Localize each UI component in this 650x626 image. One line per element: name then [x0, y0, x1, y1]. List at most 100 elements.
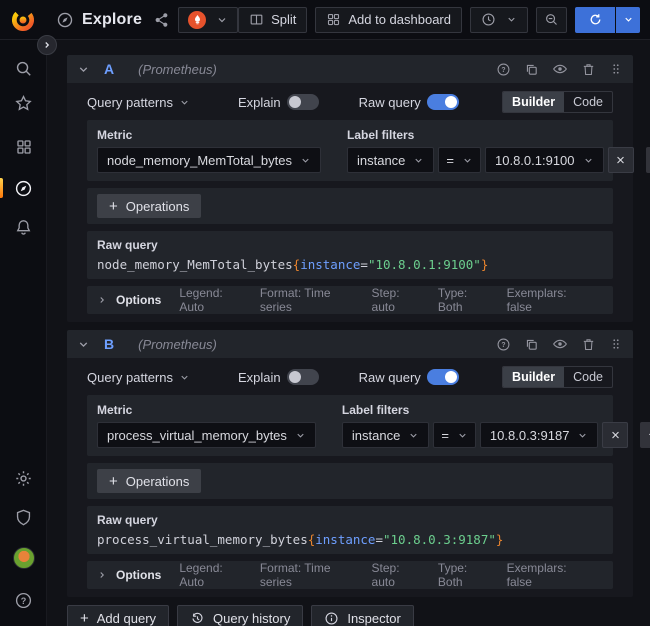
time-range-picker[interactable] [470, 7, 528, 33]
query-header-b[interactable]: B (Prometheus) ? [67, 330, 633, 358]
query-patterns-dropdown[interactable]: Query patterns [87, 95, 190, 110]
query-ref-id[interactable]: B [104, 336, 114, 352]
query-ref-id[interactable]: A [104, 61, 114, 77]
prometheus-icon [188, 11, 206, 29]
query-editor-row-a: A (Prometheus) ? [67, 55, 633, 322]
filter-value: 10.8.0.3:9187 [490, 428, 570, 443]
query-body-b: Query patterns Explain Raw query Builder [67, 358, 633, 597]
filter-label-select[interactable]: instance [347, 147, 434, 173]
help-circle-icon[interactable]: ? [496, 62, 511, 77]
grafana-logo[interactable] [0, 7, 46, 33]
secondary-actions: + Add query Query history Inspector [67, 605, 633, 626]
zoom-out-button[interactable] [536, 7, 567, 33]
option-type: Type: Both [438, 286, 489, 314]
apps-grid-icon [326, 12, 341, 27]
builder-mode-option[interactable]: Builder [503, 367, 564, 387]
query-history-button[interactable]: Query history [177, 605, 303, 626]
add-filter-button[interactable]: + [640, 422, 650, 448]
sidebar-item-server-admin[interactable] [0, 500, 47, 534]
query-patterns-label: Query patterns [87, 370, 173, 385]
sidebar-expand-button[interactable] [37, 35, 57, 55]
sidebar-item-profile[interactable] [0, 541, 47, 575]
chevron-down-icon [179, 97, 190, 108]
metric-label: Metric [97, 403, 316, 417]
explain-label: Explain [238, 95, 281, 110]
filter-value-select[interactable]: 10.8.0.3:9187 [480, 422, 599, 448]
help-circle-icon[interactable]: ? [496, 337, 511, 352]
run-query-button[interactable] [575, 7, 615, 33]
split-button[interactable]: Split [238, 7, 307, 33]
duplicate-query-icon[interactable] [524, 337, 539, 352]
history-icon [190, 611, 205, 626]
remove-filter-button[interactable]: × [602, 422, 628, 448]
sidebar-item-help[interactable]: ? [0, 583, 47, 617]
filter-label-value: instance [352, 428, 400, 443]
option-exemplars: Exemplars: false [507, 286, 585, 314]
filter-value-select[interactable]: 10.8.0.1:9100 [485, 147, 604, 173]
metric-select[interactable]: node_memory_MemTotal_bytes [97, 147, 321, 173]
plus-icon: + [80, 610, 89, 626]
datasource-picker[interactable] [178, 7, 238, 33]
options-label: Options [116, 568, 161, 582]
option-legend: Legend: Auto [179, 286, 242, 314]
filter-operator-value: = [441, 428, 449, 443]
add-query-button[interactable]: + Add query [67, 605, 169, 626]
raw-query-toggle[interactable] [427, 94, 459, 110]
run-query-interval-caret[interactable] [616, 7, 640, 33]
add-to-dashboard-button[interactable]: Add to dashboard [315, 7, 462, 33]
split-icon [249, 12, 264, 27]
close-icon: × [611, 427, 620, 444]
filter-operator-select[interactable]: = [438, 147, 481, 173]
chevron-down-icon [300, 155, 311, 166]
compass-icon [56, 11, 74, 29]
disable-query-eye-icon[interactable] [552, 336, 568, 352]
share-icon[interactable] [154, 12, 170, 28]
plus-icon: + [109, 473, 118, 490]
sidebar-item-starred[interactable] [0, 86, 47, 120]
raw-query-label: Raw query [359, 370, 421, 385]
filter-label-select[interactable]: instance [342, 422, 429, 448]
sidebar-item-configuration[interactable] [0, 461, 47, 495]
code-mode-option[interactable]: Code [564, 92, 612, 112]
add-filter-button[interactable]: + [646, 147, 650, 173]
raw-query-label: Raw query [359, 95, 421, 110]
metric-value: node_memory_MemTotal_bytes [107, 153, 292, 168]
inspector-button[interactable]: Inspector [311, 605, 413, 626]
query-patterns-dropdown[interactable]: Query patterns [87, 370, 190, 385]
remove-filter-button[interactable]: × [608, 147, 634, 173]
duplicate-query-icon[interactable] [524, 62, 539, 77]
disable-query-eye-icon[interactable] [552, 61, 568, 77]
collapse-chevron-icon[interactable] [77, 338, 90, 351]
query-patterns-label: Query patterns [87, 95, 173, 110]
raw-query-toggle[interactable] [427, 369, 459, 385]
filter-label-value: instance [357, 153, 405, 168]
sidebar-item-dashboards[interactable] [0, 130, 47, 164]
collapse-chevron-icon[interactable] [77, 63, 90, 76]
svg-text:?: ? [501, 342, 505, 349]
plus-icon: + [109, 198, 118, 215]
operations-button[interactable]: + Operations [97, 469, 201, 493]
explain-toggle-group: Explain [238, 94, 319, 110]
operations-button[interactable]: + Operations [97, 194, 201, 218]
delete-query-trash-icon[interactable] [581, 62, 596, 77]
drag-handle-icon[interactable] [609, 337, 623, 351]
sidebar-item-alerting[interactable] [0, 210, 47, 244]
explain-toggle[interactable] [287, 94, 319, 110]
query-header-a[interactable]: A (Prometheus) ? [67, 55, 633, 83]
options-collapse-b[interactable]: Options Legend: Auto Format: Time series… [87, 561, 613, 589]
code-mode-option[interactable]: Code [564, 367, 612, 387]
drag-handle-icon[interactable] [609, 62, 623, 76]
options-collapse-a[interactable]: Options Legend: Auto Format: Time series… [87, 286, 613, 314]
metric-select[interactable]: process_virtual_memory_bytes [97, 422, 316, 448]
filter-operator-select[interactable]: = [433, 422, 476, 448]
delete-query-trash-icon[interactable] [581, 337, 596, 352]
builder-mode-option[interactable]: Builder [503, 92, 564, 112]
editor-mode-switch: Builder Code [502, 366, 613, 388]
split-label: Split [271, 12, 296, 27]
sidebar-item-explore[interactable] [0, 171, 47, 205]
operations-label: Operations [126, 474, 190, 489]
explain-toggle[interactable] [287, 369, 319, 385]
sidebar-item-search[interactable] [0, 51, 47, 85]
svg-text:?: ? [501, 67, 505, 74]
metric-filter-panel-b: Metric process_virtual_memory_bytes Labe… [87, 395, 613, 456]
